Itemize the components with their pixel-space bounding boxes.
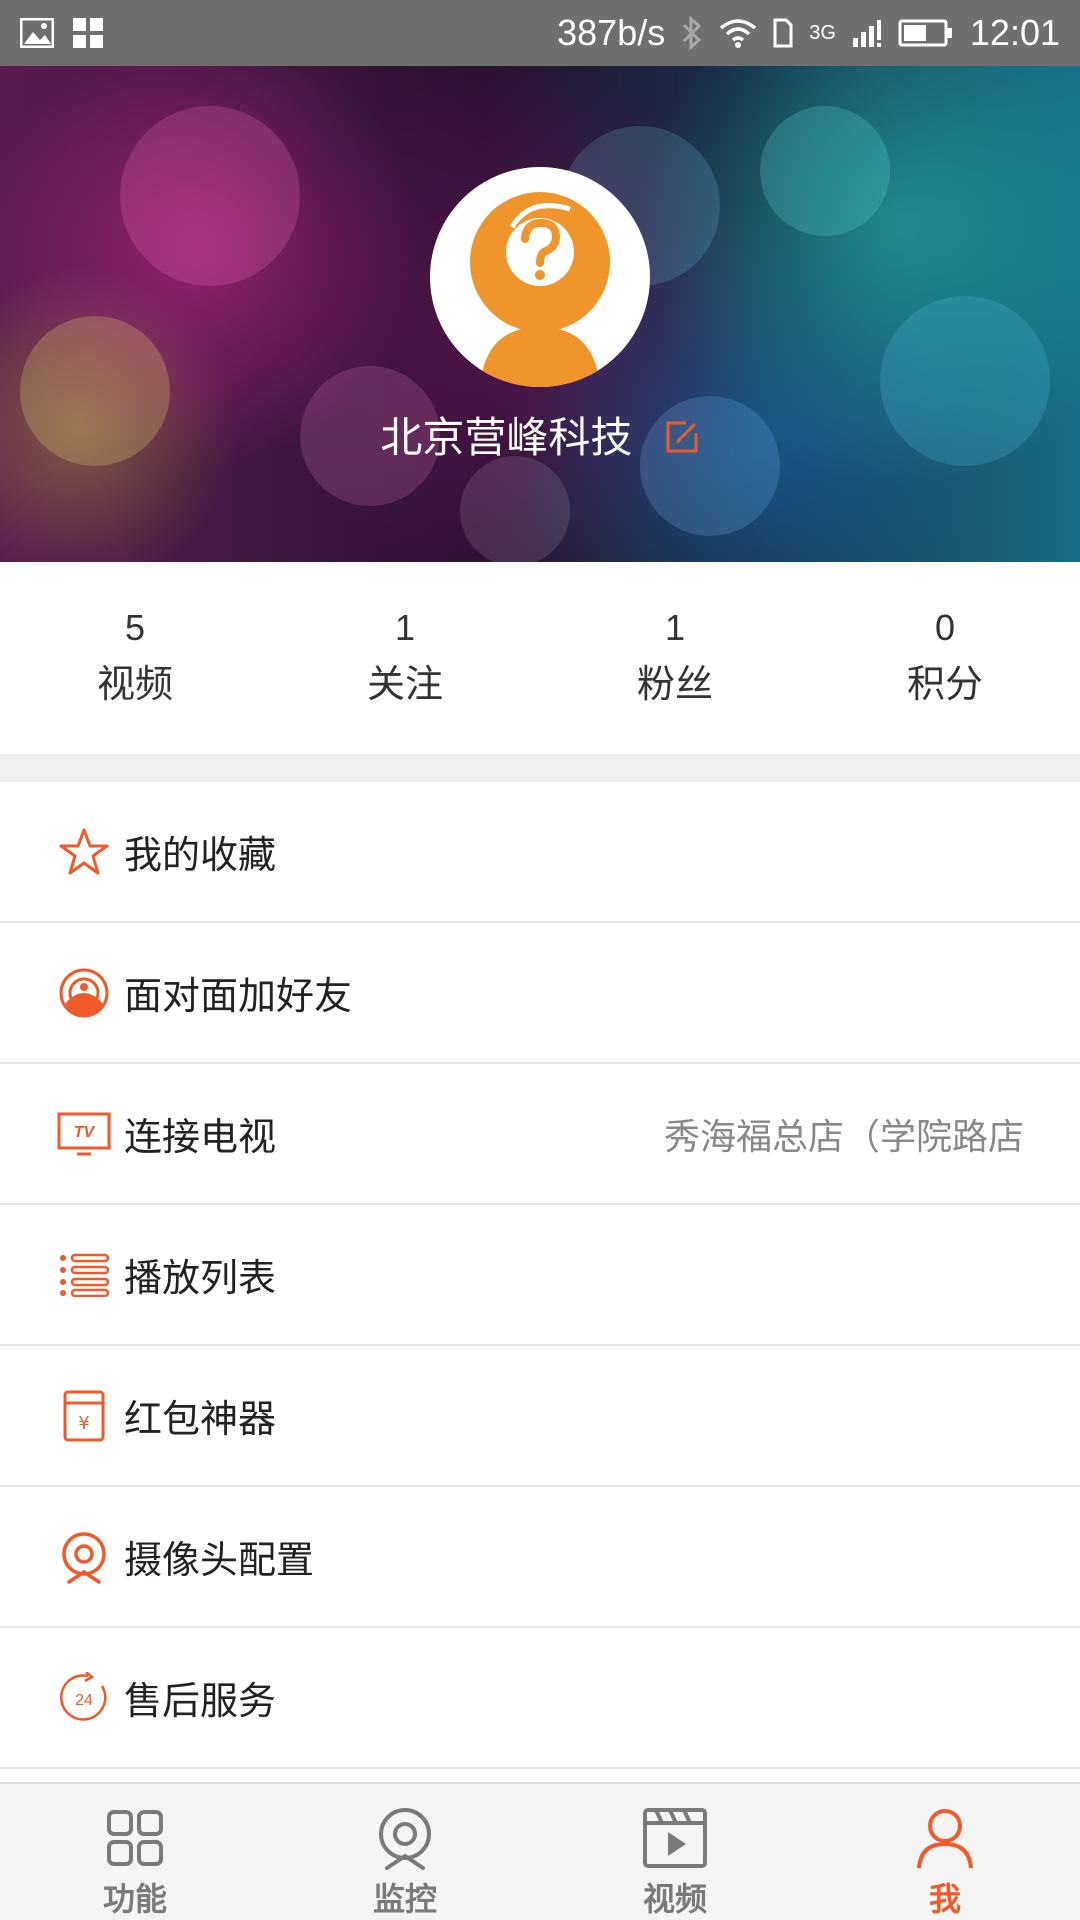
connected-tv-name: 秀海福总店（学院路店: [663, 1116, 1024, 1158]
menu-item-label: 连接电视: [124, 1115, 277, 1159]
menu-item-label: 红包神器: [124, 1397, 277, 1441]
profile-name: 北京营峰科技: [380, 413, 633, 462]
tab-functions[interactable]: 功能: [0, 1784, 270, 1920]
stat-videos[interactable]: 5 视频: [0, 562, 270, 754]
tab-videos[interactable]: 视频: [540, 1784, 810, 1920]
edit-icon[interactable]: [664, 416, 700, 465]
network-type: 3G: [809, 21, 836, 44]
menu-list: 我的收藏 面对面加好友 TV 连接电视 秀海福总店（学院路店 播放列表 ¥ 红包…: [0, 782, 1080, 1769]
monitor-camera-icon: [370, 1804, 440, 1872]
stat-label: 关注: [366, 662, 443, 706]
bokeh-decoration: [120, 106, 300, 286]
tab-label: 视频: [642, 1880, 707, 1918]
stat-label: 粉丝: [636, 662, 713, 706]
stat-label: 积分: [906, 662, 983, 706]
menu-item-connect-tv[interactable]: TV 连接电视 秀海福总店（学院路店: [0, 1064, 1080, 1205]
svg-text:TV: TV: [74, 1124, 96, 1141]
stat-following[interactable]: 1 关注: [270, 562, 540, 754]
menu-item-red-packet[interactable]: ¥ 红包神器: [0, 1346, 1080, 1487]
stat-label: 视频: [96, 662, 173, 706]
menu-item-after-sales[interactable]: 24 售后服务: [0, 1628, 1080, 1769]
menu-item-label: 面对面加好友: [124, 974, 353, 1018]
menu-item-favorites[interactable]: 我的收藏: [0, 782, 1080, 923]
profile-name-row: 北京营峰科技: [0, 404, 1080, 465]
stat-value: 5: [124, 607, 146, 648]
menu-item-label: 播放列表: [124, 1256, 277, 1300]
stat-value: 1: [394, 607, 416, 648]
avatar[interactable]: [430, 167, 650, 387]
menu-item-label: 售后服务: [124, 1679, 277, 1723]
network-speed: 387b/s: [557, 12, 666, 53]
menu-item-camera-config[interactable]: 摄像头配置: [0, 1487, 1080, 1628]
profile-header: 北京营峰科技: [0, 66, 1080, 562]
bluetooth-icon: [681, 16, 703, 50]
tab-me[interactable]: 我: [810, 1784, 1080, 1920]
default-avatar-icon: [470, 192, 610, 387]
tab-label: 监控: [372, 1880, 437, 1918]
section-divider: [0, 754, 1080, 782]
bottom-nav: 功能 监控 视频 我: [0, 1782, 1080, 1920]
person-icon: [910, 1804, 980, 1872]
tab-label: 功能: [102, 1880, 167, 1918]
red-packet-icon: ¥: [56, 1388, 112, 1444]
bokeh-decoration: [760, 106, 890, 236]
svg-text:¥: ¥: [78, 1413, 89, 1434]
menu-item-label: 摄像头配置: [124, 1538, 315, 1582]
status-bar: 387b/s 3G 12:01: [0, 0, 1080, 66]
stats-row: 5 视频 1 关注 1 粉丝 0 积分: [0, 562, 1080, 754]
app-grid-icon: [72, 17, 104, 49]
menu-item-playlist[interactable]: 播放列表: [0, 1205, 1080, 1346]
clock: 12:01: [969, 12, 1060, 53]
grid-icon: [100, 1804, 170, 1872]
image-icon: [20, 18, 54, 48]
battery-icon: [898, 18, 954, 48]
menu-item-add-friend-face-to-face[interactable]: 面对面加好友: [0, 923, 1080, 1064]
video-icon: [640, 1804, 710, 1872]
bokeh-decoration: [460, 456, 570, 562]
list-icon: [56, 1247, 112, 1303]
service-24-icon: 24: [56, 1670, 112, 1726]
menu-item-label: 我的收藏: [124, 833, 277, 877]
camera-icon: [56, 1529, 112, 1585]
stat-fans[interactable]: 1 粉丝: [540, 562, 810, 754]
sim-icon: [773, 18, 793, 48]
tv-icon: TV: [56, 1106, 112, 1162]
tab-label: 我: [928, 1880, 961, 1918]
radar-icon: [56, 965, 112, 1021]
star-icon: [56, 824, 112, 880]
stat-value: 0: [934, 607, 956, 648]
signal-icon: [852, 18, 882, 48]
stat-value: 1: [664, 607, 686, 648]
stat-points[interactable]: 0 积分: [810, 562, 1080, 754]
wifi-icon: [719, 18, 757, 48]
svg-text:24: 24: [75, 1692, 93, 1709]
tab-monitor[interactable]: 监控: [270, 1784, 540, 1920]
